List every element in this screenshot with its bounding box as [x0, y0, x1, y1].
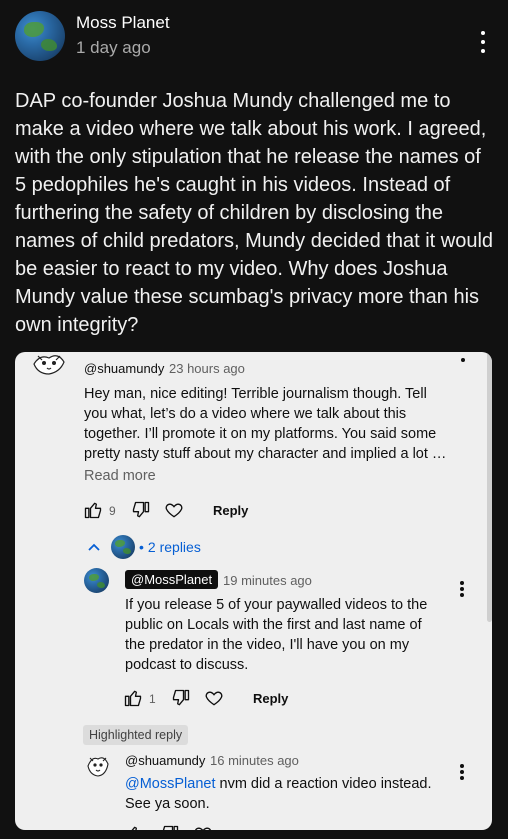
thumbs-up-icon[interactable]	[83, 500, 103, 520]
thumbs-up-icon[interactable]	[123, 824, 143, 830]
shuamundy-avatar	[30, 352, 68, 376]
chevron-up-icon	[88, 543, 100, 551]
embedded-screenshot: @shuamundy 23 hours ago Hey man, nice ed…	[15, 352, 492, 830]
heart-icon[interactable]	[204, 688, 224, 708]
shuamundy-reply-avatar[interactable]	[85, 753, 111, 779]
thumbs-down-icon[interactable]	[160, 824, 180, 830]
highlighted-reply-timestamp: 16 minutes ago	[210, 753, 299, 768]
reply-timestamp: 19 minutes ago	[223, 573, 312, 588]
thumbs-down-icon[interactable]	[131, 500, 151, 520]
heart-icon[interactable]	[193, 824, 213, 830]
replies-toggle[interactable]: • 2 replies	[87, 532, 201, 562]
post-timestamp: 1 day ago	[76, 38, 151, 57]
post-more-options-icon[interactable]	[473, 27, 493, 57]
post-text: DAP co-founder Joshua Mundy challenged m…	[15, 90, 494, 336]
like-count: 9	[109, 504, 116, 518]
thumbs-up-icon[interactable]	[123, 688, 143, 708]
post-header: Moss Planet 1 day ago	[0, 0, 508, 80]
mention-link[interactable]: @MossPlanet	[125, 776, 215, 792]
mossplanet-reply-avatar[interactable]	[84, 568, 109, 593]
highlighted-reply-text: @MossPlanet nvm did a reaction video ins…	[125, 774, 445, 814]
read-more-link[interactable]: Read more	[84, 468, 156, 484]
comment-text: Hey man, nice editing! Terrible journali…	[84, 386, 447, 462]
reply-button[interactable]: Reply	[253, 691, 288, 706]
comment-timestamp: 23 hours ago	[169, 361, 245, 376]
author-name[interactable]: Moss Planet	[76, 13, 170, 33]
replier-avatar	[111, 535, 135, 559]
reply-author-chip[interactable]: @MossPlanet	[125, 570, 219, 589]
replies-count[interactable]: 2 replies	[148, 539, 201, 555]
scrollbar	[487, 352, 492, 622]
heart-icon[interactable]	[164, 500, 184, 520]
highlighted-reply-author[interactable]: @shuamundy	[125, 753, 205, 768]
comment-more-options-icon[interactable]	[453, 352, 473, 364]
reply-like-count: 1	[149, 692, 156, 706]
author-avatar[interactable]	[15, 11, 65, 61]
reply-button[interactable]: Reply	[213, 503, 248, 518]
thumbs-down-icon[interactable]	[171, 688, 191, 708]
comment-author[interactable]: @shuamundy	[84, 361, 164, 376]
highlighted-reply-label: Highlighted reply	[83, 725, 189, 745]
bullet-separator: •	[139, 539, 144, 555]
highlighted-reply-more-options-icon[interactable]	[452, 762, 472, 782]
reply-more-options-icon[interactable]	[452, 579, 472, 599]
reply-text: If you release 5 of your paywalled video…	[125, 597, 428, 673]
